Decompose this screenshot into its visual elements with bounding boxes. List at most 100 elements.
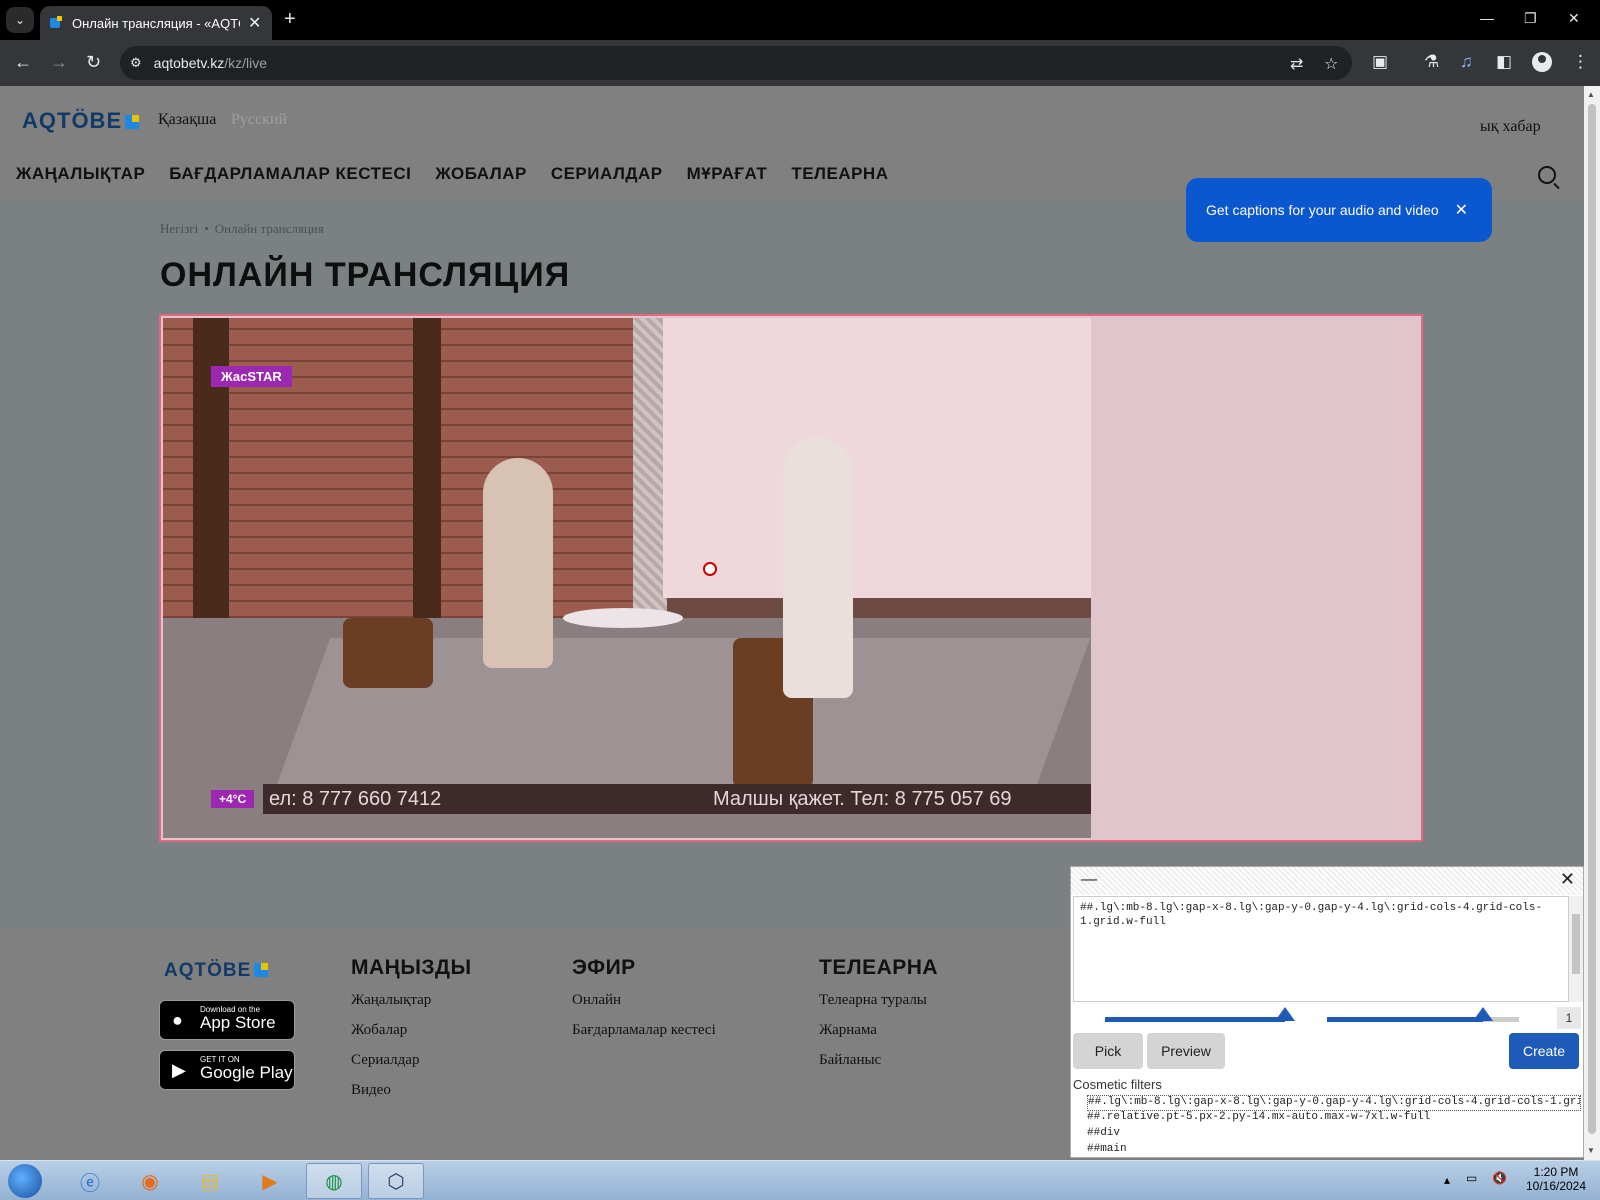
cosmetic-filter-item[interactable]: ##main [1087,1143,1581,1159]
footer-link[interactable]: Онлайн [572,992,716,1022]
lang-kazakh[interactable]: Қазақша [158,111,216,129]
nav-projects[interactable]: ЖОБАЛАР [435,164,526,184]
system-clock[interactable]: 1:20 PM 10/16/2024 [1516,1165,1596,1193]
apple-icon: ● [172,1010,183,1030]
footer-link[interactable]: Телеарна туралы [819,992,938,1022]
header-link[interactable]: ық хабар [1480,118,1541,136]
extensions-icon[interactable]: ▣ [1372,52,1388,72]
preview-button[interactable]: Preview [1147,1033,1225,1069]
footer-link[interactable]: Видео [351,1082,472,1112]
google-play-button[interactable]: ▶ GET IT ON Google Play [159,1050,295,1090]
tray-expand-icon[interactable]: ▴ [1444,1173,1450,1187]
back-arrow-icon[interactable]: ← [14,52,32,73]
menu-kebab-icon[interactable]: ⋮ [1572,52,1589,72]
depth-slider-track[interactable] [1105,1017,1285,1022]
network-icon[interactable]: ▭ [1466,1171,1477,1185]
depth-slider-handle[interactable] [1275,1007,1295,1021]
video-scene-table [563,608,683,628]
breadcrumb-home[interactable]: Негізгі [160,221,198,236]
tab-close-icon[interactable]: ✕ [248,13,261,33]
file-explorer-icon[interactable]: ▤ [182,1163,238,1199]
scroll-up-icon[interactable]: ▲ [1587,90,1595,99]
profile-avatar-icon[interactable] [1532,52,1552,72]
highlighted-player-area: ЖасSTAR ел: 8 777 660 7412 Малшы қажет. … [159,314,1423,842]
filter-textarea-scrollbar[interactable] [1569,896,1583,1002]
lang-russian[interactable]: Русский [231,111,287,129]
footer-column-broadcast: ЭФИР Онлайн Бағдарламалар кестесі [572,956,716,1052]
scroll-down-icon[interactable]: ▼ [1587,1146,1595,1155]
site-logo[interactable]: AQTÖBE [22,108,140,134]
footer-column-title: МАҢЫЗДЫ [351,956,472,979]
windows-taskbar: ⓔ ◉ ▤ ▶ ◍ ⬡ ▴ ▭ 🔇 1:20 PM 10/16/2024 [0,1160,1600,1200]
footer-link[interactable]: Байланыс [819,1052,938,1082]
cosmetic-filters-list: ##.lg\:mb-8.lg\:gap-x-8.lg\:gap-y-0.gap-… [1087,1095,1581,1159]
tab-active[interactable]: Онлайн трансляция - «AQTÖBE» ✕ [40,6,272,40]
url-host: aqtobetv.kz [153,55,225,71]
media-player-icon[interactable]: ▶ [242,1163,298,1199]
virtualbox-icon[interactable]: ⬡ [368,1163,424,1199]
footer-link[interactable]: Жаңалықтар [351,992,472,1022]
page-scrollbar[interactable]: ▲ ▼ [1584,86,1600,1160]
footer-link[interactable]: Жарнама [819,1022,938,1052]
app-store-big: App Store [200,1013,276,1032]
video-scene-stump [343,618,433,688]
media-controls-icon[interactable]: ♫ [1460,52,1473,72]
tab-search-button[interactable]: ⌄ [6,7,34,33]
footer-link[interactable]: Сериалдар [351,1052,472,1082]
main-nav: ЖАҢАЛЫҚТАР БАҒДАРЛАМАЛАР КЕСТЕСІ ЖОБАЛАР… [16,164,889,184]
channel-badge: ЖасSTAR [211,366,292,387]
search-icon[interactable] [1538,166,1556,184]
footer-column-channel: ТЕЛЕАРНА Телеарна туралы Жарнама Байланы… [819,956,938,1082]
restore-button[interactable]: ❐ [1524,10,1537,27]
filter-textarea[interactable]: ##.lg\:mb-8.lg\:gap-x-8.lg\:gap-y-0.gap-… [1073,896,1569,1002]
nav-channel[interactable]: ТЕЛЕАРНА [791,164,888,184]
bookmark-star-icon[interactable]: ☆ [1324,54,1338,74]
close-icon[interactable]: ✕ [1560,869,1575,890]
nav-series[interactable]: СЕРИАЛДАР [551,164,663,184]
temperature-badge: +4°C [211,790,255,808]
minimize-button[interactable]: — [1480,10,1494,26]
specificity-slider-handle[interactable] [1473,1007,1493,1021]
url-text[interactable]: aqtobetv.kz/kz/live [154,55,267,71]
nav-schedule[interactable]: БАҒДАРЛАМАЛАР КЕСТЕСІ [169,164,411,184]
cosmetic-filter-item[interactable]: ##div [1087,1127,1581,1143]
live-video-player[interactable]: ЖасSTAR ел: 8 777 660 7412 Малшы қажет. … [163,318,1091,838]
address-bar[interactable]: ⚙ aqtobetv.kz/kz/live ⇄ ☆ [120,46,1352,80]
forward-arrow-icon[interactable]: → [50,52,68,73]
side-panel-icon[interactable]: ◧ [1496,52,1512,72]
close-window-button[interactable]: ✕ [1568,10,1580,27]
internet-explorer-icon[interactable]: ⓔ [62,1163,118,1199]
new-tab-button[interactable]: + [284,8,296,31]
cosmetic-filter-item[interactable]: ##.lg\:mb-8.lg\:gap-x-8.lg\:gap-y-0.gap-… [1087,1095,1581,1111]
volume-muted-icon[interactable]: 🔇 [1492,1171,1507,1185]
match-count: 1 [1557,1007,1581,1029]
chrome-app-icon[interactable]: ◍ [306,1163,362,1199]
scrollbar-thumb[interactable] [1572,914,1580,974]
footer-link[interactable]: Бағдарламалар кестесі [572,1022,716,1052]
specificity-slider-track[interactable] [1327,1017,1483,1022]
cosmetic-filter-item[interactable]: ##.relative.pt-5.px-2.py-14.mx-auto.max-… [1087,1111,1581,1127]
close-icon[interactable]: ✕ [1455,200,1468,220]
start-button[interactable] [8,1164,42,1198]
footer-column-title: ТЕЛЕАРНА [819,956,939,979]
app-store-button[interactable]: ● Download on the App Store [159,1000,295,1040]
play-triangle-icon: ▶ [172,1060,186,1080]
footer-logo[interactable]: AQTÖBE [164,960,269,982]
nav-archive[interactable]: МҰРАҒАТ [687,164,768,184]
pick-button[interactable]: Pick [1073,1033,1143,1069]
picker-drag-bar[interactable]: — ✕ [1071,867,1583,895]
minimize-icon[interactable]: — [1081,871,1097,889]
google-play-big: Google Play [200,1063,293,1082]
element-picker-panel: — ✕ ##.lg\:mb-8.lg\:gap-x-8.lg\:gap-y-0.… [1070,866,1584,1158]
reload-icon[interactable]: ↻ [86,52,101,73]
video-scene-screen [663,318,1091,598]
scrollbar-thumb[interactable] [1588,104,1596,1134]
labs-flask-icon[interactable]: ⚗ [1424,52,1439,72]
nav-news[interactable]: ЖАҢАЛЫҚТАР [16,164,145,184]
footer-link[interactable]: Жобалар [351,1022,472,1052]
translate-icon[interactable]: ⇄ [1290,54,1303,74]
site-settings-icon[interactable]: ⚙ [130,55,142,71]
create-button[interactable]: Create [1509,1033,1579,1069]
firefox-icon[interactable]: ◉ [122,1163,178,1199]
browser-toolbar: ← → ↻ ⚙ aqtobetv.kz/kz/live ⇄ ☆ [0,40,1600,86]
